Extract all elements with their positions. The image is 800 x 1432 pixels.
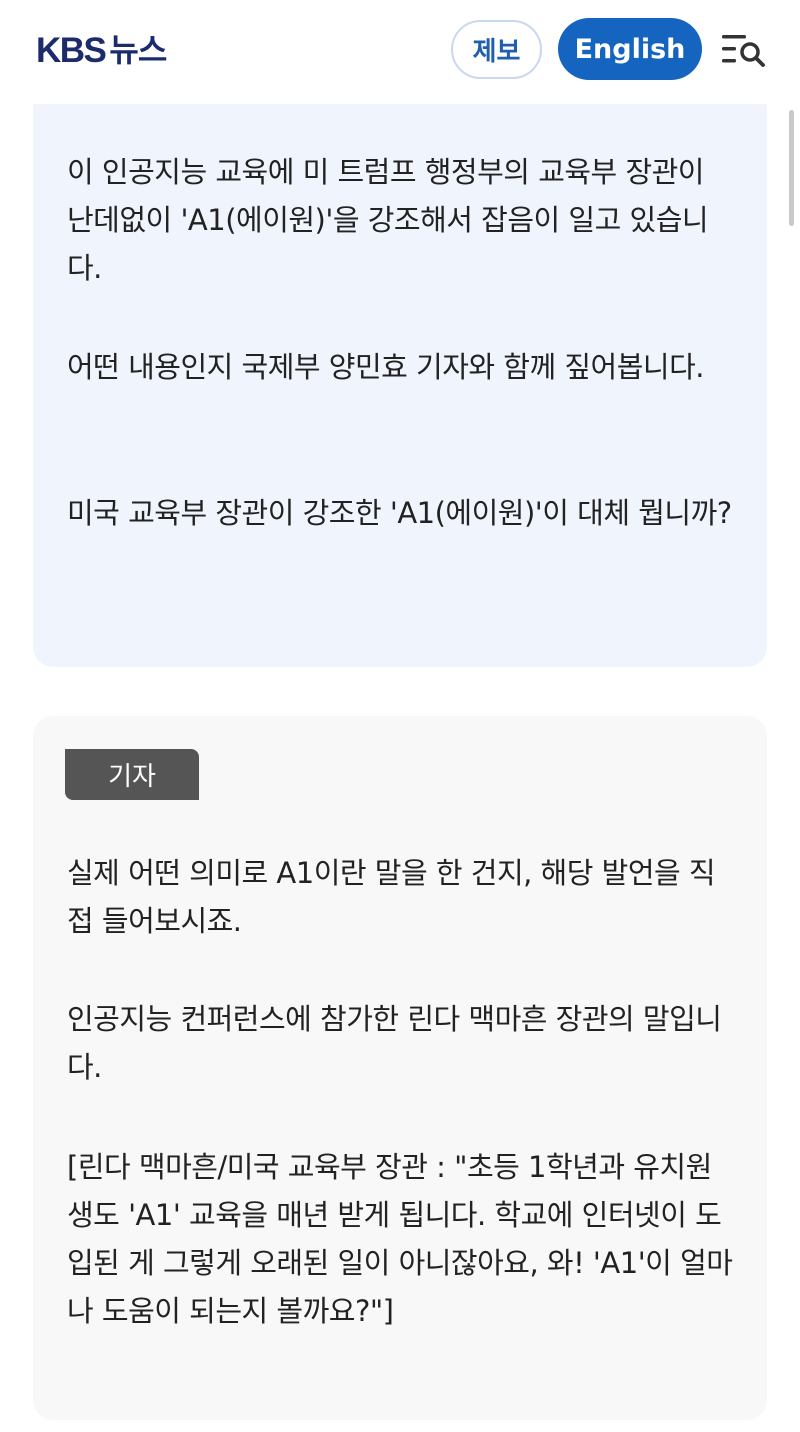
anchor-paragraph-3: 미국 교육부 장관이 강조한 'A1(에이원)'이 대체 뭡니까? [67, 496, 732, 530]
reporter-paragraph-3: [린다 맥마흔/미국 교육부 장관 : "초등 1학년과 유치원생도 'A1' … [67, 1150, 733, 1328]
logo-news-text: 뉴스 [109, 31, 167, 69]
anchor-paragraph-2: 어떤 내용인지 국제부 양민효 기자와 함께 짚어봅니다. [67, 350, 705, 384]
site-header: KBS 뉴스 제보 English [0, 0, 800, 104]
logo-kbs-text: KBS [36, 30, 107, 70]
reporter-paragraph-1: 실제 어떤 의미로 A1이란 말을 한 건지, 해당 발언을 직접 들어보시죠. [67, 856, 716, 938]
menu-search-icon[interactable] [720, 30, 766, 70]
kbs-news-logo[interactable]: KBS 뉴스 [36, 28, 167, 72]
tip-button[interactable]: 제보 [451, 20, 542, 79]
reporter-answer-card: 기자 실제 어떤 의미로 A1이란 말을 한 건지, 해당 발언을 직접 들어보… [33, 716, 767, 1420]
scrollbar[interactable] [789, 110, 794, 226]
reporter-role-badge: 기자 [65, 749, 199, 800]
anchor-question-card: 이 인공지능 교육에 미 트럼프 행정부의 교육부 장관이 난데없이 'A1(에… [33, 60, 767, 667]
reporter-paragraph-2: 인공지능 컨퍼런스에 참가한 린다 맥마흔 장관의 말입니다. [67, 1002, 722, 1084]
english-button[interactable]: English [558, 18, 702, 80]
anchor-paragraph-1: 이 인공지능 교육에 미 트럼프 행정부의 교육부 장관이 난데없이 'A1(에… [67, 155, 709, 285]
